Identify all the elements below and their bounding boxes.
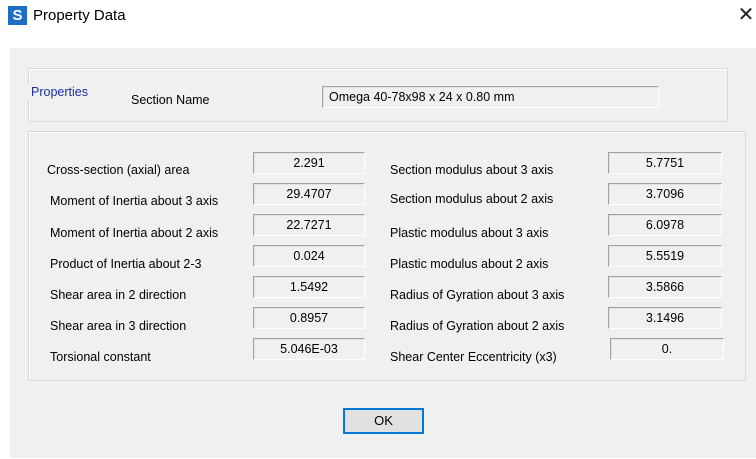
prop-value-torsional-constant: 5.046E-03 bbox=[253, 338, 365, 360]
prop-value-shear-area-2: 1.5492 bbox=[253, 276, 365, 298]
section-name-field: Omega 40-78x98 x 24 x 0.80 mm bbox=[322, 86, 659, 108]
window-title: Property Data bbox=[33, 7, 126, 24]
prop-label-radius-gyration-3: Radius of Gyration about 3 axis bbox=[390, 288, 565, 302]
prop-label-product-inertia: Product of Inertia about 2-3 bbox=[50, 257, 202, 271]
prop-value-axial-area: 2.291 bbox=[253, 152, 365, 174]
prop-value-radius-gyration-3: 3.5866 bbox=[608, 276, 722, 298]
title-bar: S Property Data ✕ bbox=[0, 0, 756, 33]
property-data-dialog: S Property Data ✕ Section Name Omega 40-… bbox=[0, 0, 756, 459]
prop-label-torsional-constant: Torsional constant bbox=[50, 350, 151, 364]
ok-button[interactable]: OK bbox=[343, 408, 424, 434]
prop-value-moment-inertia-3: 29.4707 bbox=[253, 183, 365, 205]
prop-label-radius-gyration-2: Radius of Gyration about 2 axis bbox=[390, 319, 565, 333]
prop-value-moment-inertia-2: 22.7271 bbox=[253, 214, 365, 236]
prop-value-plastic-modulus-3: 6.0978 bbox=[608, 214, 722, 236]
prop-value-plastic-modulus-2: 5.5519 bbox=[608, 245, 722, 267]
properties-legend: Properties bbox=[28, 84, 91, 100]
close-icon[interactable]: ✕ bbox=[736, 4, 756, 26]
sap-app-icon: S bbox=[8, 6, 27, 25]
prop-value-radius-gyration-2: 3.1496 bbox=[608, 307, 722, 329]
prop-label-plastic-modulus-3: Plastic modulus about 3 axis bbox=[390, 226, 549, 240]
prop-label-plastic-modulus-2: Plastic modulus about 2 axis bbox=[390, 257, 549, 271]
prop-value-shear-area-3: 0.8957 bbox=[253, 307, 365, 329]
prop-label-moment-inertia-3: Moment of Inertia about 3 axis bbox=[50, 194, 219, 208]
section-name-label: Section Name bbox=[131, 93, 210, 107]
prop-label-shear-area-2: Shear area in 2 direction bbox=[50, 288, 187, 302]
prop-label-shear-center-eccentricity: Shear Center Eccentricity (x3) bbox=[390, 350, 557, 364]
prop-label-section-modulus-2: Section modulus about 2 axis bbox=[390, 192, 554, 206]
prop-value-section-modulus-2: 3.7096 bbox=[608, 183, 722, 205]
prop-value-product-inertia: 0.024 bbox=[253, 245, 365, 267]
prop-label-moment-inertia-2: Moment of Inertia about 2 axis bbox=[50, 226, 219, 240]
prop-value-shear-center-eccentricity: 0. bbox=[610, 338, 724, 360]
prop-label-section-modulus-3: Section modulus about 3 axis bbox=[390, 163, 554, 177]
prop-label-axial-area: Cross-section (axial) area bbox=[47, 163, 190, 177]
prop-value-section-modulus-3: 5.7751 bbox=[608, 152, 722, 174]
prop-label-shear-area-3: Shear area in 3 direction bbox=[50, 319, 187, 333]
